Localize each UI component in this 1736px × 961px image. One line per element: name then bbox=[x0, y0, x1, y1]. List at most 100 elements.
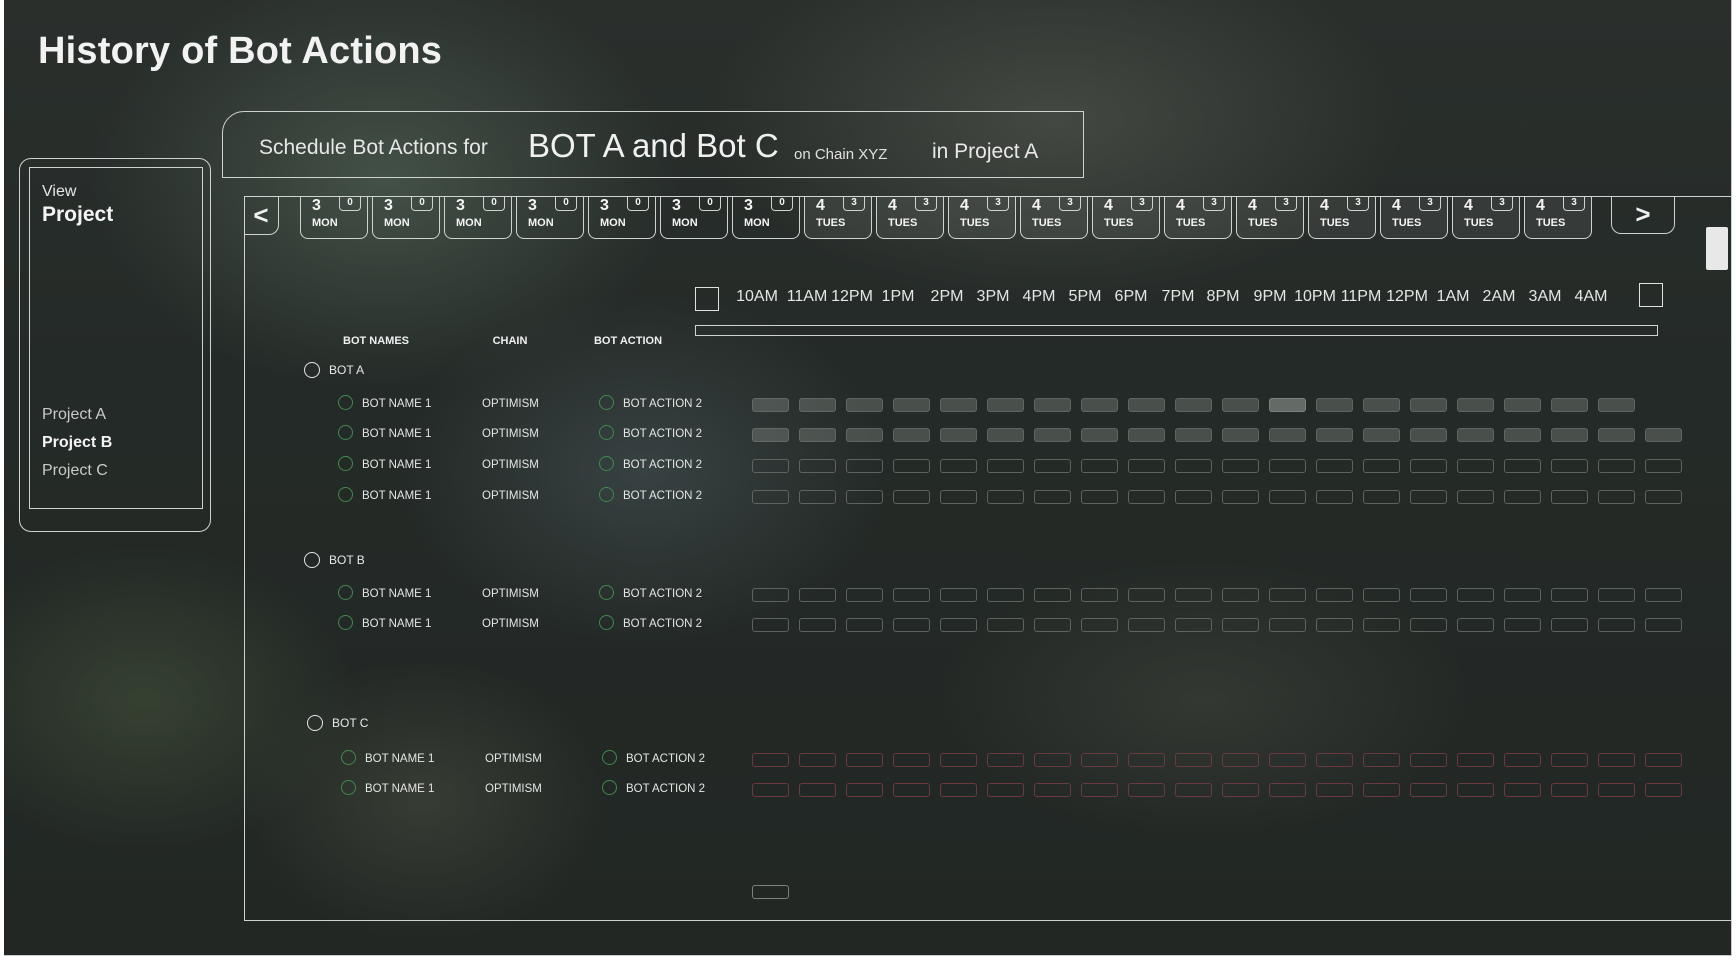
time-slot[interactable] bbox=[1222, 490, 1259, 504]
time-slot[interactable] bbox=[1269, 783, 1306, 797]
time-slot[interactable] bbox=[1034, 588, 1071, 602]
time-slot[interactable] bbox=[1222, 398, 1259, 412]
bot-name-radio[interactable] bbox=[338, 615, 353, 630]
time-slot[interactable] bbox=[1081, 398, 1118, 412]
time-slot[interactable] bbox=[1222, 783, 1259, 797]
time-slot[interactable] bbox=[1504, 459, 1541, 473]
time-slot[interactable] bbox=[1269, 490, 1306, 504]
time-slot[interactable] bbox=[1269, 753, 1306, 767]
time-slot[interactable] bbox=[1269, 428, 1306, 442]
time-slot[interactable] bbox=[987, 618, 1024, 632]
time-slot[interactable] bbox=[1504, 588, 1541, 602]
time-slot[interactable] bbox=[752, 459, 789, 473]
time-slot[interactable] bbox=[1128, 459, 1165, 473]
day-tab[interactable]: 3 MON 0 bbox=[300, 196, 368, 239]
time-slot[interactable] bbox=[1128, 398, 1165, 412]
time-slot[interactable] bbox=[1551, 490, 1588, 504]
time-slot[interactable] bbox=[1598, 783, 1635, 797]
time-slot[interactable] bbox=[1504, 618, 1541, 632]
time-slot[interactable] bbox=[987, 783, 1024, 797]
time-slot[interactable] bbox=[1316, 618, 1353, 632]
day-tab[interactable]: 4 TUES 3 bbox=[1092, 196, 1160, 239]
time-slot[interactable] bbox=[1504, 753, 1541, 767]
group-radio[interactable] bbox=[304, 362, 320, 378]
time-slot[interactable] bbox=[1645, 490, 1682, 504]
time-slot[interactable] bbox=[1551, 618, 1588, 632]
time-slot[interactable] bbox=[1598, 588, 1635, 602]
time-slot[interactable] bbox=[846, 618, 883, 632]
time-slot[interactable] bbox=[1363, 459, 1400, 473]
time-slot[interactable] bbox=[1269, 618, 1306, 632]
time-slot[interactable] bbox=[1175, 588, 1212, 602]
time-slot[interactable] bbox=[1316, 490, 1353, 504]
next-days-button[interactable]: > bbox=[1611, 196, 1675, 234]
time-slot[interactable] bbox=[1551, 398, 1588, 412]
time-slot[interactable] bbox=[1034, 783, 1071, 797]
time-slot[interactable] bbox=[1457, 618, 1494, 632]
time-slot[interactable] bbox=[1316, 783, 1353, 797]
time-slot[interactable] bbox=[1128, 428, 1165, 442]
time-slot[interactable] bbox=[1316, 398, 1353, 412]
time-slot[interactable] bbox=[940, 618, 977, 632]
time-slot[interactable] bbox=[1504, 783, 1541, 797]
time-slot[interactable] bbox=[1222, 588, 1259, 602]
time-slot[interactable] bbox=[1128, 618, 1165, 632]
time-slot[interactable] bbox=[1175, 398, 1212, 412]
time-slot[interactable] bbox=[1034, 428, 1071, 442]
day-tab[interactable]: 4 TUES 3 bbox=[1236, 196, 1304, 239]
time-slot[interactable] bbox=[1410, 490, 1447, 504]
time-range-end-checkbox[interactable] bbox=[1639, 283, 1663, 307]
time-slot[interactable] bbox=[1034, 490, 1071, 504]
time-slot[interactable] bbox=[1645, 618, 1682, 632]
time-slot[interactable] bbox=[1598, 459, 1635, 473]
time-slot[interactable] bbox=[987, 588, 1024, 602]
time-slot[interactable] bbox=[1457, 490, 1494, 504]
time-slot[interactable] bbox=[1363, 428, 1400, 442]
time-slot[interactable] bbox=[1645, 459, 1682, 473]
time-slot[interactable] bbox=[987, 753, 1024, 767]
bot-name-radio[interactable] bbox=[338, 425, 353, 440]
time-slot[interactable] bbox=[1128, 783, 1165, 797]
bot-name-radio[interactable] bbox=[341, 780, 356, 795]
time-slot[interactable] bbox=[893, 428, 930, 442]
day-tab[interactable]: 4 TUES 3 bbox=[1380, 196, 1448, 239]
time-slot[interactable] bbox=[752, 398, 789, 412]
time-slot[interactable] bbox=[1222, 753, 1259, 767]
day-tab[interactable]: 4 TUES 3 bbox=[948, 196, 1016, 239]
time-slot[interactable] bbox=[893, 618, 930, 632]
time-slot[interactable] bbox=[752, 753, 789, 767]
time-slot[interactable] bbox=[1504, 398, 1541, 412]
time-slot[interactable] bbox=[1034, 459, 1071, 473]
time-slot[interactable] bbox=[1175, 459, 1212, 473]
time-slot[interactable] bbox=[1457, 398, 1494, 412]
time-slot[interactable] bbox=[987, 459, 1024, 473]
time-slot[interactable] bbox=[1269, 588, 1306, 602]
prev-days-button[interactable]: < bbox=[244, 196, 279, 235]
bot-name-radio[interactable] bbox=[338, 395, 353, 410]
bot-action-radio[interactable] bbox=[599, 456, 614, 471]
time-slot[interactable] bbox=[1598, 618, 1635, 632]
time-slot[interactable] bbox=[1175, 490, 1212, 504]
time-slot[interactable] bbox=[940, 490, 977, 504]
time-slot[interactable] bbox=[1222, 459, 1259, 473]
time-slot[interactable] bbox=[893, 753, 930, 767]
day-tab[interactable]: 3 MON 0 bbox=[588, 196, 656, 239]
time-slot[interactable] bbox=[799, 459, 836, 473]
time-slot[interactable] bbox=[752, 428, 789, 442]
group-radio[interactable] bbox=[307, 715, 323, 731]
time-slot[interactable] bbox=[1598, 490, 1635, 504]
time-slot[interactable] bbox=[1363, 398, 1400, 412]
time-slot[interactable] bbox=[1081, 428, 1118, 442]
time-slot[interactable] bbox=[1410, 398, 1447, 412]
project-item-a[interactable]: Project A bbox=[42, 406, 106, 424]
time-slot[interactable] bbox=[1410, 618, 1447, 632]
time-slot[interactable] bbox=[1363, 588, 1400, 602]
time-slot[interactable] bbox=[799, 398, 836, 412]
bot-action-radio[interactable] bbox=[599, 395, 614, 410]
time-slot[interactable] bbox=[1175, 618, 1212, 632]
bot-action-radio[interactable] bbox=[599, 487, 614, 502]
day-tab[interactable]: 4 TUES 3 bbox=[1164, 196, 1232, 239]
day-tab[interactable]: 3 MON 0 bbox=[660, 196, 728, 239]
time-slot[interactable] bbox=[1410, 428, 1447, 442]
time-slot[interactable] bbox=[893, 490, 930, 504]
